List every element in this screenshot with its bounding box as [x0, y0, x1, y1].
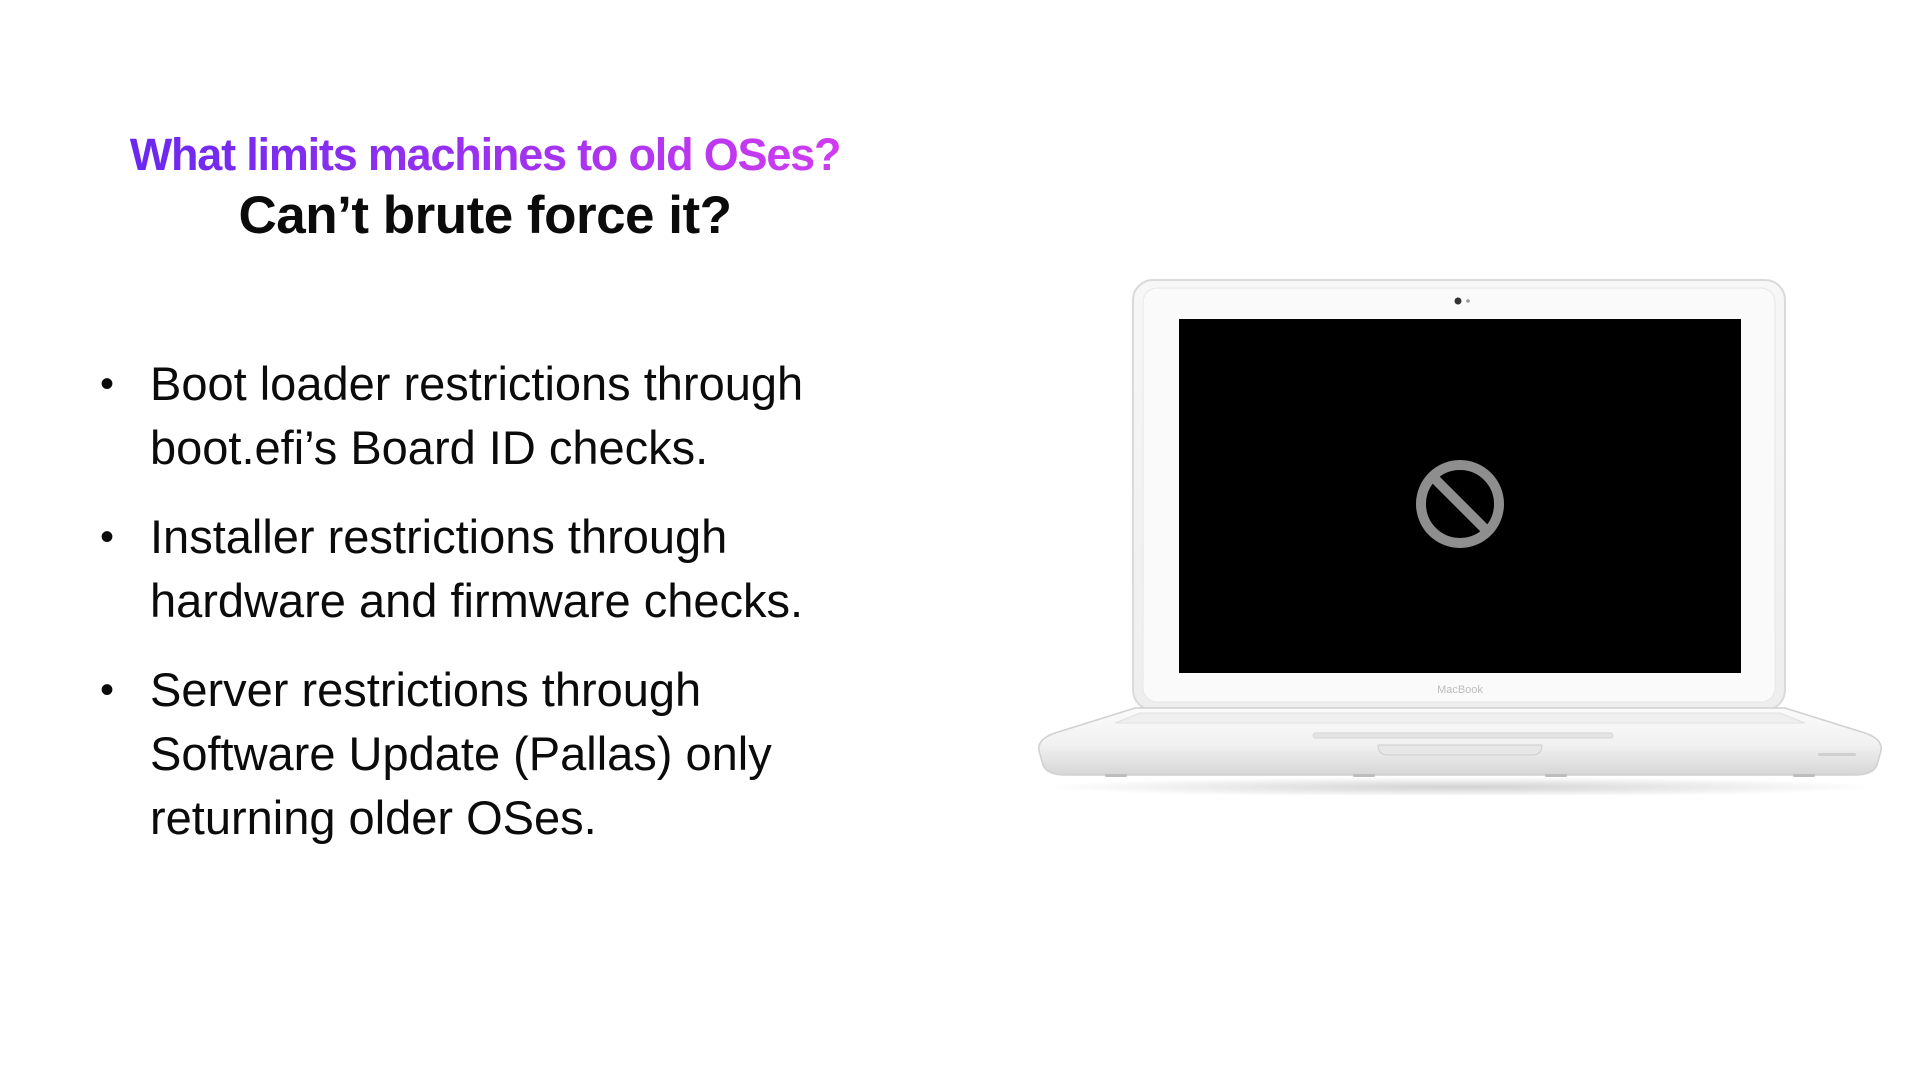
bullet-item: • Installer restrictions through hardwar… — [100, 505, 880, 633]
bullet-text: Server restrictions through Software Upd… — [150, 663, 772, 844]
trackpad-notch — [1377, 744, 1543, 756]
bullet-text: Boot loader restrictions through boot.ef… — [150, 357, 804, 474]
bullet-marker: • — [100, 362, 115, 406]
slide: What limits machines to old OSes? Can’t … — [0, 0, 1920, 1080]
bullet-marker: • — [100, 668, 115, 712]
macbook-illustration: MacBook — [1038, 279, 1882, 795]
camera-icon — [1454, 297, 1462, 305]
bullet-text: Installer restrictions through hardware … — [150, 510, 804, 627]
camera-light-icon — [1466, 299, 1470, 303]
bullet-marker: • — [100, 515, 115, 559]
slide-subtitle: Can’t brute force it? — [238, 186, 732, 245]
slide-title: What limits machines to old OSes? — [130, 125, 842, 185]
laptop-screen — [1179, 319, 1741, 673]
laptop-shadow — [1040, 777, 1880, 795]
laptop-lid: MacBook — [1132, 279, 1786, 711]
device-label: MacBook — [1437, 684, 1483, 696]
title-block: What limits machines to old OSes? Can’t … — [0, 125, 970, 247]
keyboard — [1114, 712, 1806, 724]
bullet-item: • Boot loader restrictions through boot.… — [100, 352, 880, 480]
bullet-item: • Server restrictions through Software U… — [100, 658, 880, 850]
laptop-base — [1038, 707, 1882, 777]
bullet-list: • Boot loader restrictions through boot.… — [100, 352, 880, 875]
